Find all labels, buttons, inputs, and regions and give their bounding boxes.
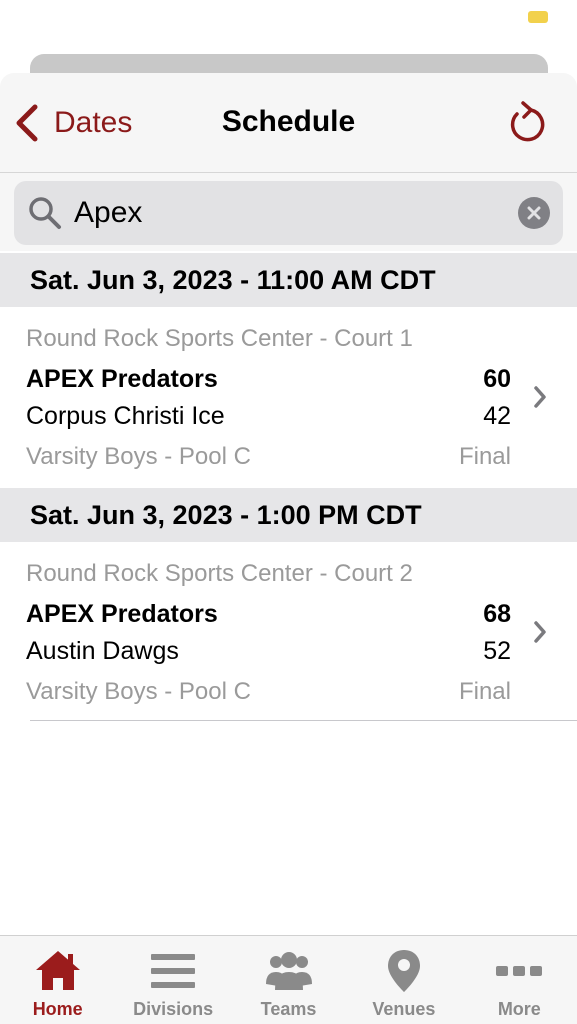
page-title: Schedule [221, 105, 356, 138]
tab-teams-label: Teams [260, 999, 317, 1019]
away-team-score: 42 [483, 402, 511, 430]
list-icon [151, 954, 196, 988]
tab-venues[interactable]: Venues [346, 936, 461, 1024]
schedule-sheet: Dates Schedule Sat. Jun 3, 2023 - 11:00 … [0, 73, 577, 1024]
section-header-date: Sat. Jun 3, 2023 - 11:00 AM CDT [0, 253, 577, 307]
home-team-score: 60 [483, 365, 511, 393]
away-team-name: Corpus Christi Ice [26, 402, 225, 430]
game-status: Final [458, 678, 511, 705]
away-team-score: 52 [483, 637, 511, 665]
section-header-date: Sat. Jun 3, 2023 - 1:00 PM CDT [0, 488, 577, 542]
navigation-bar: Dates Schedule [0, 73, 577, 173]
tab-divisions[interactable]: Divisions [115, 936, 230, 1024]
tab-venues-label: Venues [372, 999, 436, 1019]
tab-more[interactable]: More [462, 936, 577, 1024]
venue-label: Round Rock Sports Center - Court 1 [26, 325, 413, 352]
search-field[interactable] [14, 181, 563, 245]
tab-home[interactable]: Home [0, 936, 115, 1024]
chevron-right-icon [534, 386, 546, 408]
battery-icon [528, 11, 548, 23]
tab-home-label: Home [32, 999, 83, 1019]
tab-more-label: More [497, 999, 541, 1019]
group-icon [265, 952, 312, 990]
more-icon [496, 966, 543, 976]
game-status: Final [458, 443, 511, 470]
list-divider [30, 720, 577, 721]
game-row[interactable]: Round Rock Sports Center - Court 2 APEX … [0, 542, 577, 723]
tab-bar: Home Divisions Teams Venues More [0, 935, 577, 1024]
home-team-name: APEX Predators [26, 365, 218, 393]
refresh-icon[interactable] [507, 101, 547, 145]
division-label: Varsity Boys - Pool C [26, 678, 251, 705]
search-icon [29, 197, 61, 229]
away-team-name: Austin Dawgs [26, 637, 179, 665]
home-icon [35, 951, 80, 990]
home-team-score: 68 [483, 600, 511, 628]
search-input[interactable] [74, 196, 494, 230]
tab-divisions-label: Divisions [133, 999, 214, 1019]
division-label: Varsity Boys - Pool C [26, 443, 251, 470]
home-team-name: APEX Predators [26, 600, 218, 628]
location-pin-icon [387, 950, 420, 992]
venue-label: Round Rock Sports Center - Court 2 [26, 560, 413, 587]
chevron-right-icon [534, 621, 546, 643]
tab-teams[interactable]: Teams [231, 936, 346, 1024]
game-row[interactable]: Round Rock Sports Center - Court 1 APEX … [0, 307, 577, 488]
search-bar [0, 173, 577, 251]
clear-icon [527, 206, 541, 220]
clear-search-button[interactable] [518, 197, 550, 229]
